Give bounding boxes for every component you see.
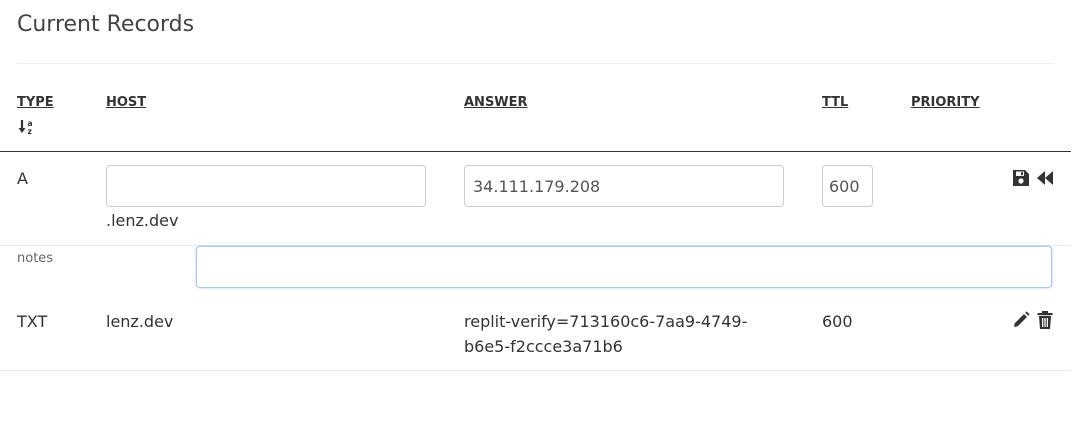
column-header-answer[interactable]: ANSWER	[464, 95, 528, 110]
column-header-priority[interactable]: PRIORITY	[911, 95, 980, 110]
table-header-border	[0, 151, 1071, 152]
column-header-ttl[interactable]: TTL	[822, 95, 848, 110]
record-host: lenz.dev	[106, 312, 174, 331]
record-row-divider	[0, 370, 1071, 371]
save-button[interactable]	[1011, 168, 1031, 188]
sort-alpha-down-icon[interactable]: a z	[18, 118, 36, 136]
delete-record-button[interactable]	[1035, 310, 1055, 330]
save-icon	[1013, 170, 1029, 186]
host-suffix: .lenz.dev	[106, 211, 179, 230]
notes-label: notes	[17, 251, 54, 266]
record-type: TXT	[17, 312, 48, 331]
column-header-host[interactable]: HOST	[106, 95, 146, 110]
edit-record-button[interactable]	[1011, 310, 1031, 330]
title-divider	[17, 63, 1053, 64]
svg-text:z: z	[28, 127, 32, 136]
record-answer-line2: b6e5-f2ccce3a71b6	[464, 337, 623, 356]
host-input[interactable]	[106, 165, 426, 207]
record-ttl: 600	[822, 312, 853, 331]
notes-input[interactable]	[196, 246, 1052, 288]
record-answer-line1: replit-verify=713160c6-7aa9-4749-	[464, 312, 748, 331]
page-title: Current Records	[17, 12, 195, 37]
revert-button[interactable]	[1035, 168, 1055, 188]
revert-icon	[1037, 171, 1053, 185]
edit-row-type: A	[17, 169, 28, 188]
edit-icon	[1014, 311, 1030, 327]
column-header-type[interactable]: TYPE	[17, 95, 54, 110]
trash-icon	[1037, 311, 1053, 329]
ttl-input[interactable]	[822, 165, 873, 207]
answer-input[interactable]	[464, 165, 784, 207]
